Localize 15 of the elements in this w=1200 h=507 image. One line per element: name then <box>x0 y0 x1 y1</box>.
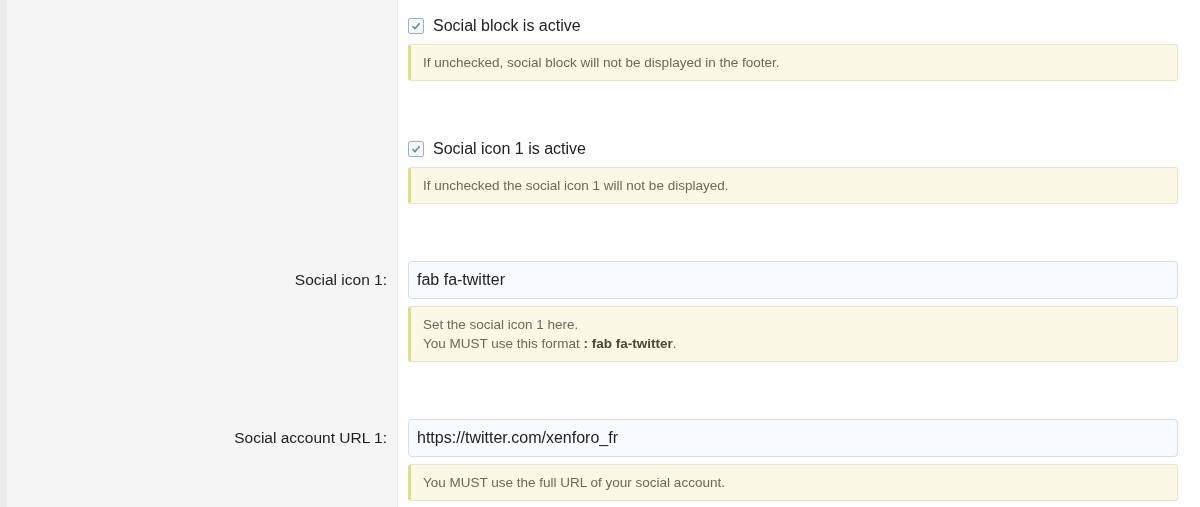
hint-text: Set the social icon 1 here. <box>423 316 580 334</box>
check-icon <box>411 21 421 31</box>
hint-text: You MUST use the full URL of your social account. <box>423 474 726 492</box>
hint-text: You MUST use this format : fab fa-twitter. <box>423 335 678 353</box>
hint-text: If unchecked the social icon 1 will not be displayed. <box>423 177 730 195</box>
check-icon <box>411 144 421 154</box>
input-field[interactable]: fab fa-twitter <box>408 261 1178 299</box>
field-label: Social account URL 1: <box>234 428 387 448</box>
input-field[interactable]: https://twitter.com/xenforo_fr <box>408 419 1178 457</box>
field-label: Social icon 1: <box>294 270 387 290</box>
checkbox-label: Social icon 1 is active <box>433 140 586 158</box>
checkbox[interactable] <box>408 141 424 157</box>
checkbox-label: Social block is active <box>433 17 581 35</box>
checkbox[interactable] <box>408 18 424 34</box>
hint-text: If unchecked, social block will not be displayed in the footer. <box>423 54 781 72</box>
